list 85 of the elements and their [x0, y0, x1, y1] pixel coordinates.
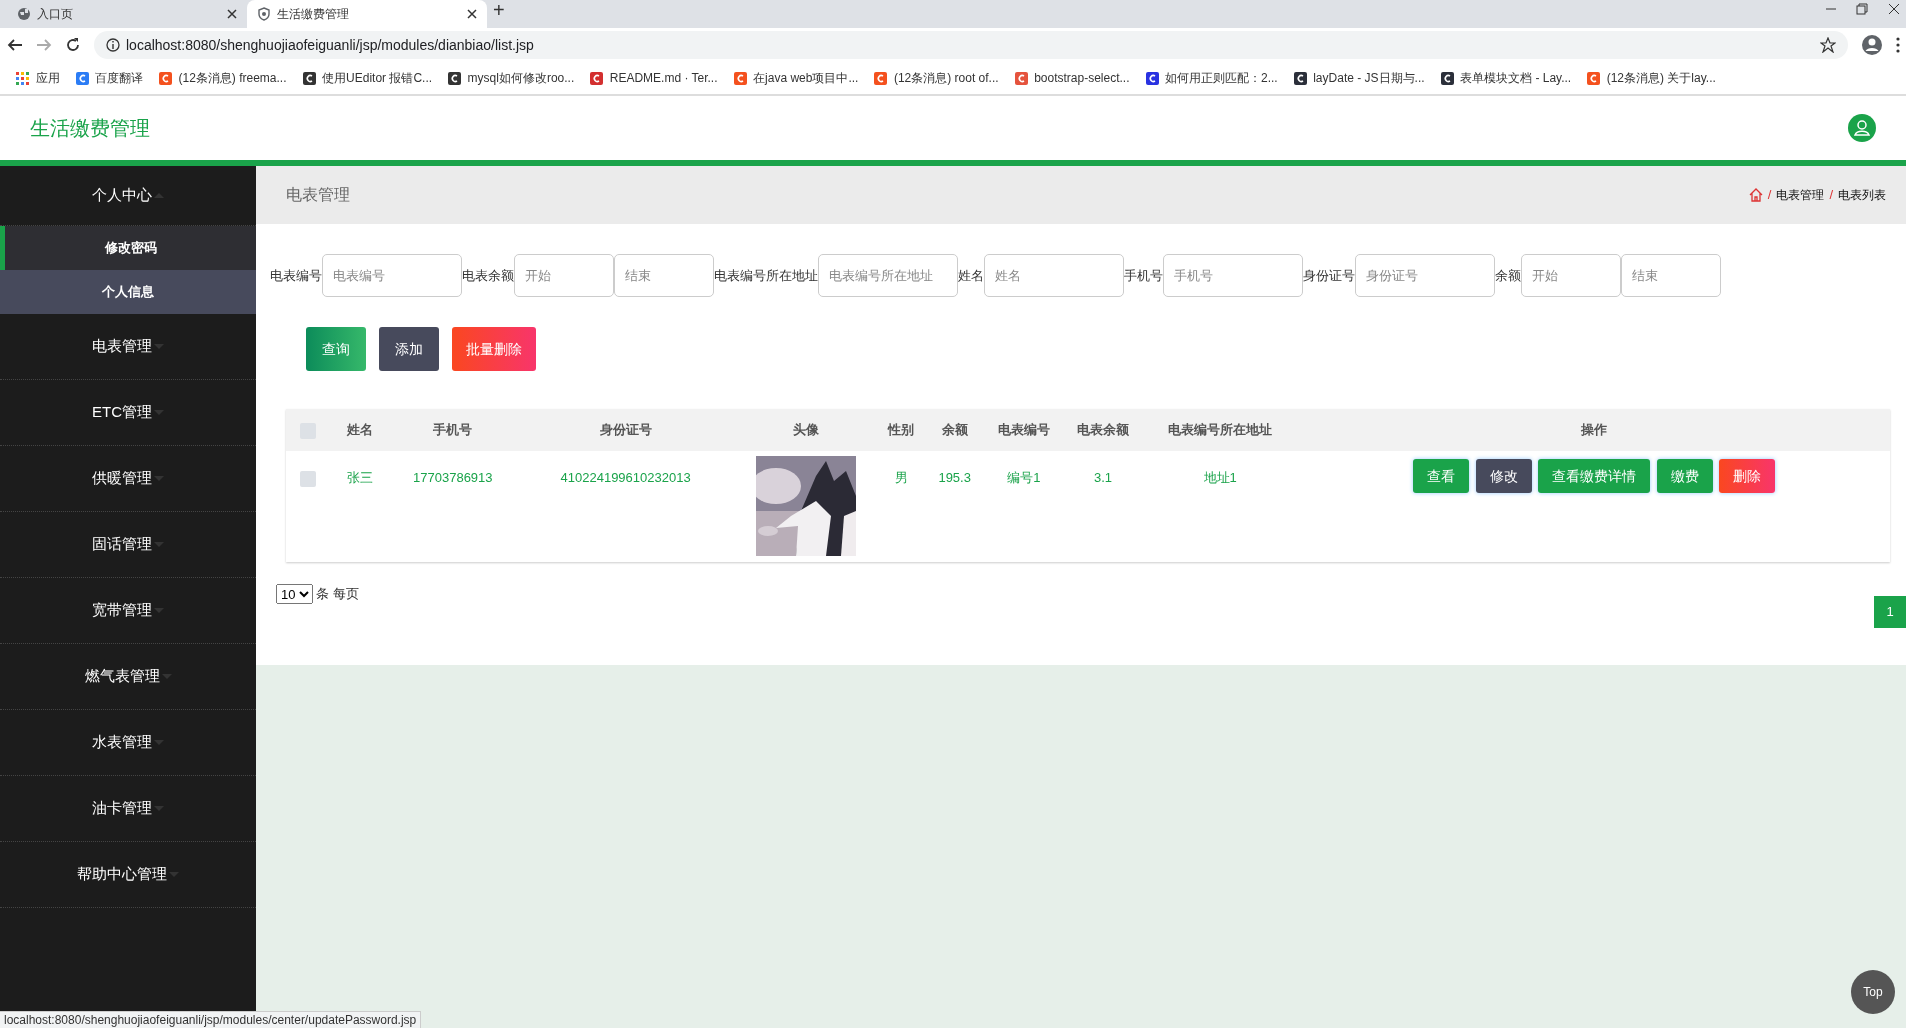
- reload-icon[interactable]: [64, 37, 81, 53]
- checkbox[interactable]: [300, 470, 317, 487]
- close-icon[interactable]: [1887, 3, 1900, 16]
- submenu-item[interactable]: 个人信息: [0, 270, 256, 314]
- input-field[interactable]: 开始: [514, 254, 614, 297]
- filter-label: 电表编号: [270, 266, 322, 285]
- browser-tab[interactable]: 入口页: [6, 0, 247, 28]
- bookmark-link[interactable]: (12条消息) freema...: [151, 69, 295, 87]
- info-icon: [105, 38, 120, 52]
- table-cell: 17703786913: [413, 470, 493, 485]
- filter-label: 身份证号: [1303, 266, 1355, 285]
- bookmark-link[interactable]: README.md · Ter...: [582, 69, 726, 87]
- table-cell: 张三: [347, 470, 374, 485]
- shield-icon: [256, 7, 271, 21]
- home-icon[interactable]: [1748, 188, 1763, 202]
- status-url: localhost:8080/shenghuojiaofeiguanli/jsp/modules/center/updatePassword.jsp: [0, 1011, 422, 1028]
- input-field[interactable]: 电表编号: [322, 254, 462, 297]
- input-field[interactable]: 电表编号所在地址: [818, 254, 958, 297]
- close-icon[interactable]: [226, 9, 237, 19]
- table-cell: 男: [894, 470, 908, 485]
- breadcrumb-separator: /: [1767, 186, 1772, 205]
- address-bar[interactable]: localhost:8080/shenghuojiaofeiguanli/jsp/modules/dianbiao/list.jsp: [93, 31, 1848, 59]
- browser-tab[interactable]: 生活缴费管理: [246, 0, 487, 28]
- bookmark-link[interactable]: 表单模块文档 - Lay...: [1432, 69, 1580, 87]
- column-header: 手机号: [433, 422, 473, 438]
- user-avatar-icon[interactable]: [1848, 114, 1876, 142]
- table-cell: 3.1: [1093, 470, 1112, 485]
- globe-icon: [16, 7, 31, 21]
- new-tab-button[interactable]: +: [493, 0, 505, 25]
- bookmark-link[interactable]: 使用UEditor 报错C...: [294, 69, 441, 87]
- column-header: 头像: [792, 422, 819, 438]
- input-field[interactable]: 结束: [614, 254, 714, 297]
- bookmark-link[interactable]: 应用: [8, 69, 68, 87]
- filter-label: 手机号: [1124, 266, 1163, 285]
- add-button[interactable]: 添加: [379, 327, 439, 371]
- close-icon[interactable]: [466, 9, 477, 19]
- table-cell: 410224199610232013: [560, 470, 691, 485]
- menu-icon[interactable]: [1895, 37, 1900, 53]
- account-icon[interactable]: [1860, 34, 1883, 56]
- input-field[interactable]: 身份证号: [1355, 254, 1495, 297]
- filter-label: 电表编号所在地址: [714, 266, 818, 285]
- edit-button[interactable]: 修改: [1475, 459, 1532, 493]
- app-title: 生活缴费管理: [30, 116, 150, 141]
- filter-label: 电表余额: [462, 266, 514, 285]
- tab-title: 生活缴费管理: [277, 6, 349, 23]
- input-field[interactable]: 姓名: [984, 254, 1124, 297]
- breadcrumb-item[interactable]: 电表列表: [1838, 186, 1886, 204]
- table-cell: 编号1: [1007, 470, 1041, 485]
- table-cell: 195.3: [938, 470, 971, 485]
- filter-label: 姓名: [958, 266, 984, 285]
- tab-title: 入口页: [37, 6, 73, 23]
- column-header: 性别: [888, 422, 915, 438]
- page-size-select[interactable]: 10: [276, 584, 313, 604]
- input-field[interactable]: 手机号: [1163, 254, 1303, 297]
- column-header: 身份证号: [599, 422, 652, 438]
- url-text: localhost:8080/shenghuojiaofeiguanli/jsp/modules/dianbiao/list.jsp: [126, 35, 534, 55]
- column-header: 操作: [1581, 422, 1608, 438]
- breadcrumb-separator: /: [1829, 186, 1833, 205]
- restore-icon[interactable]: [1856, 3, 1868, 16]
- submenu-item[interactable]: 修改密码: [0, 226, 256, 270]
- bookmark-link[interactable]: 在java web项目中...: [725, 69, 867, 87]
- column-header: 电表余额: [1076, 422, 1129, 438]
- delete-button[interactable]: 删除: [1719, 459, 1776, 493]
- table-cell: 地址1: [1203, 470, 1237, 485]
- filter-label: 余额: [1495, 266, 1521, 285]
- bookmark-link[interactable]: mysql如何修改roo...: [440, 69, 583, 87]
- bookmark-link[interactable]: bootstrap-select...: [1006, 69, 1138, 87]
- bookmark-link[interactable]: 如何用正则匹配：2...: [1137, 69, 1286, 87]
- page-title: 电表管理: [286, 185, 350, 205]
- bookmark-link[interactable]: layDate - JS日期与...: [1285, 69, 1433, 87]
- input-field[interactable]: 结束: [1621, 254, 1721, 297]
- column-header: 余额: [941, 422, 968, 438]
- delete-button[interactable]: 批量删除: [452, 327, 536, 371]
- input-field[interactable]: 开始: [1521, 254, 1621, 297]
- bookmark-link[interactable]: 百度翻译: [67, 69, 151, 87]
- star-icon[interactable]: [1819, 37, 1836, 53]
- back-icon[interactable]: [6, 37, 23, 53]
- column-header: 电表编号所在地址: [1168, 422, 1273, 438]
- bookmark-link[interactable]: (12条消息) 关于lay...: [1579, 69, 1724, 87]
- apps-icon: [16, 71, 29, 85]
- page-size-label: 条 每页: [316, 585, 359, 603]
- breadcrumb-item[interactable]: 电表管理: [1776, 186, 1825, 204]
- bookmark-link[interactable]: (12条消息) root of...: [866, 69, 1007, 87]
- column-header: 姓名: [347, 422, 374, 438]
- column-header: 电表编号: [997, 422, 1050, 438]
